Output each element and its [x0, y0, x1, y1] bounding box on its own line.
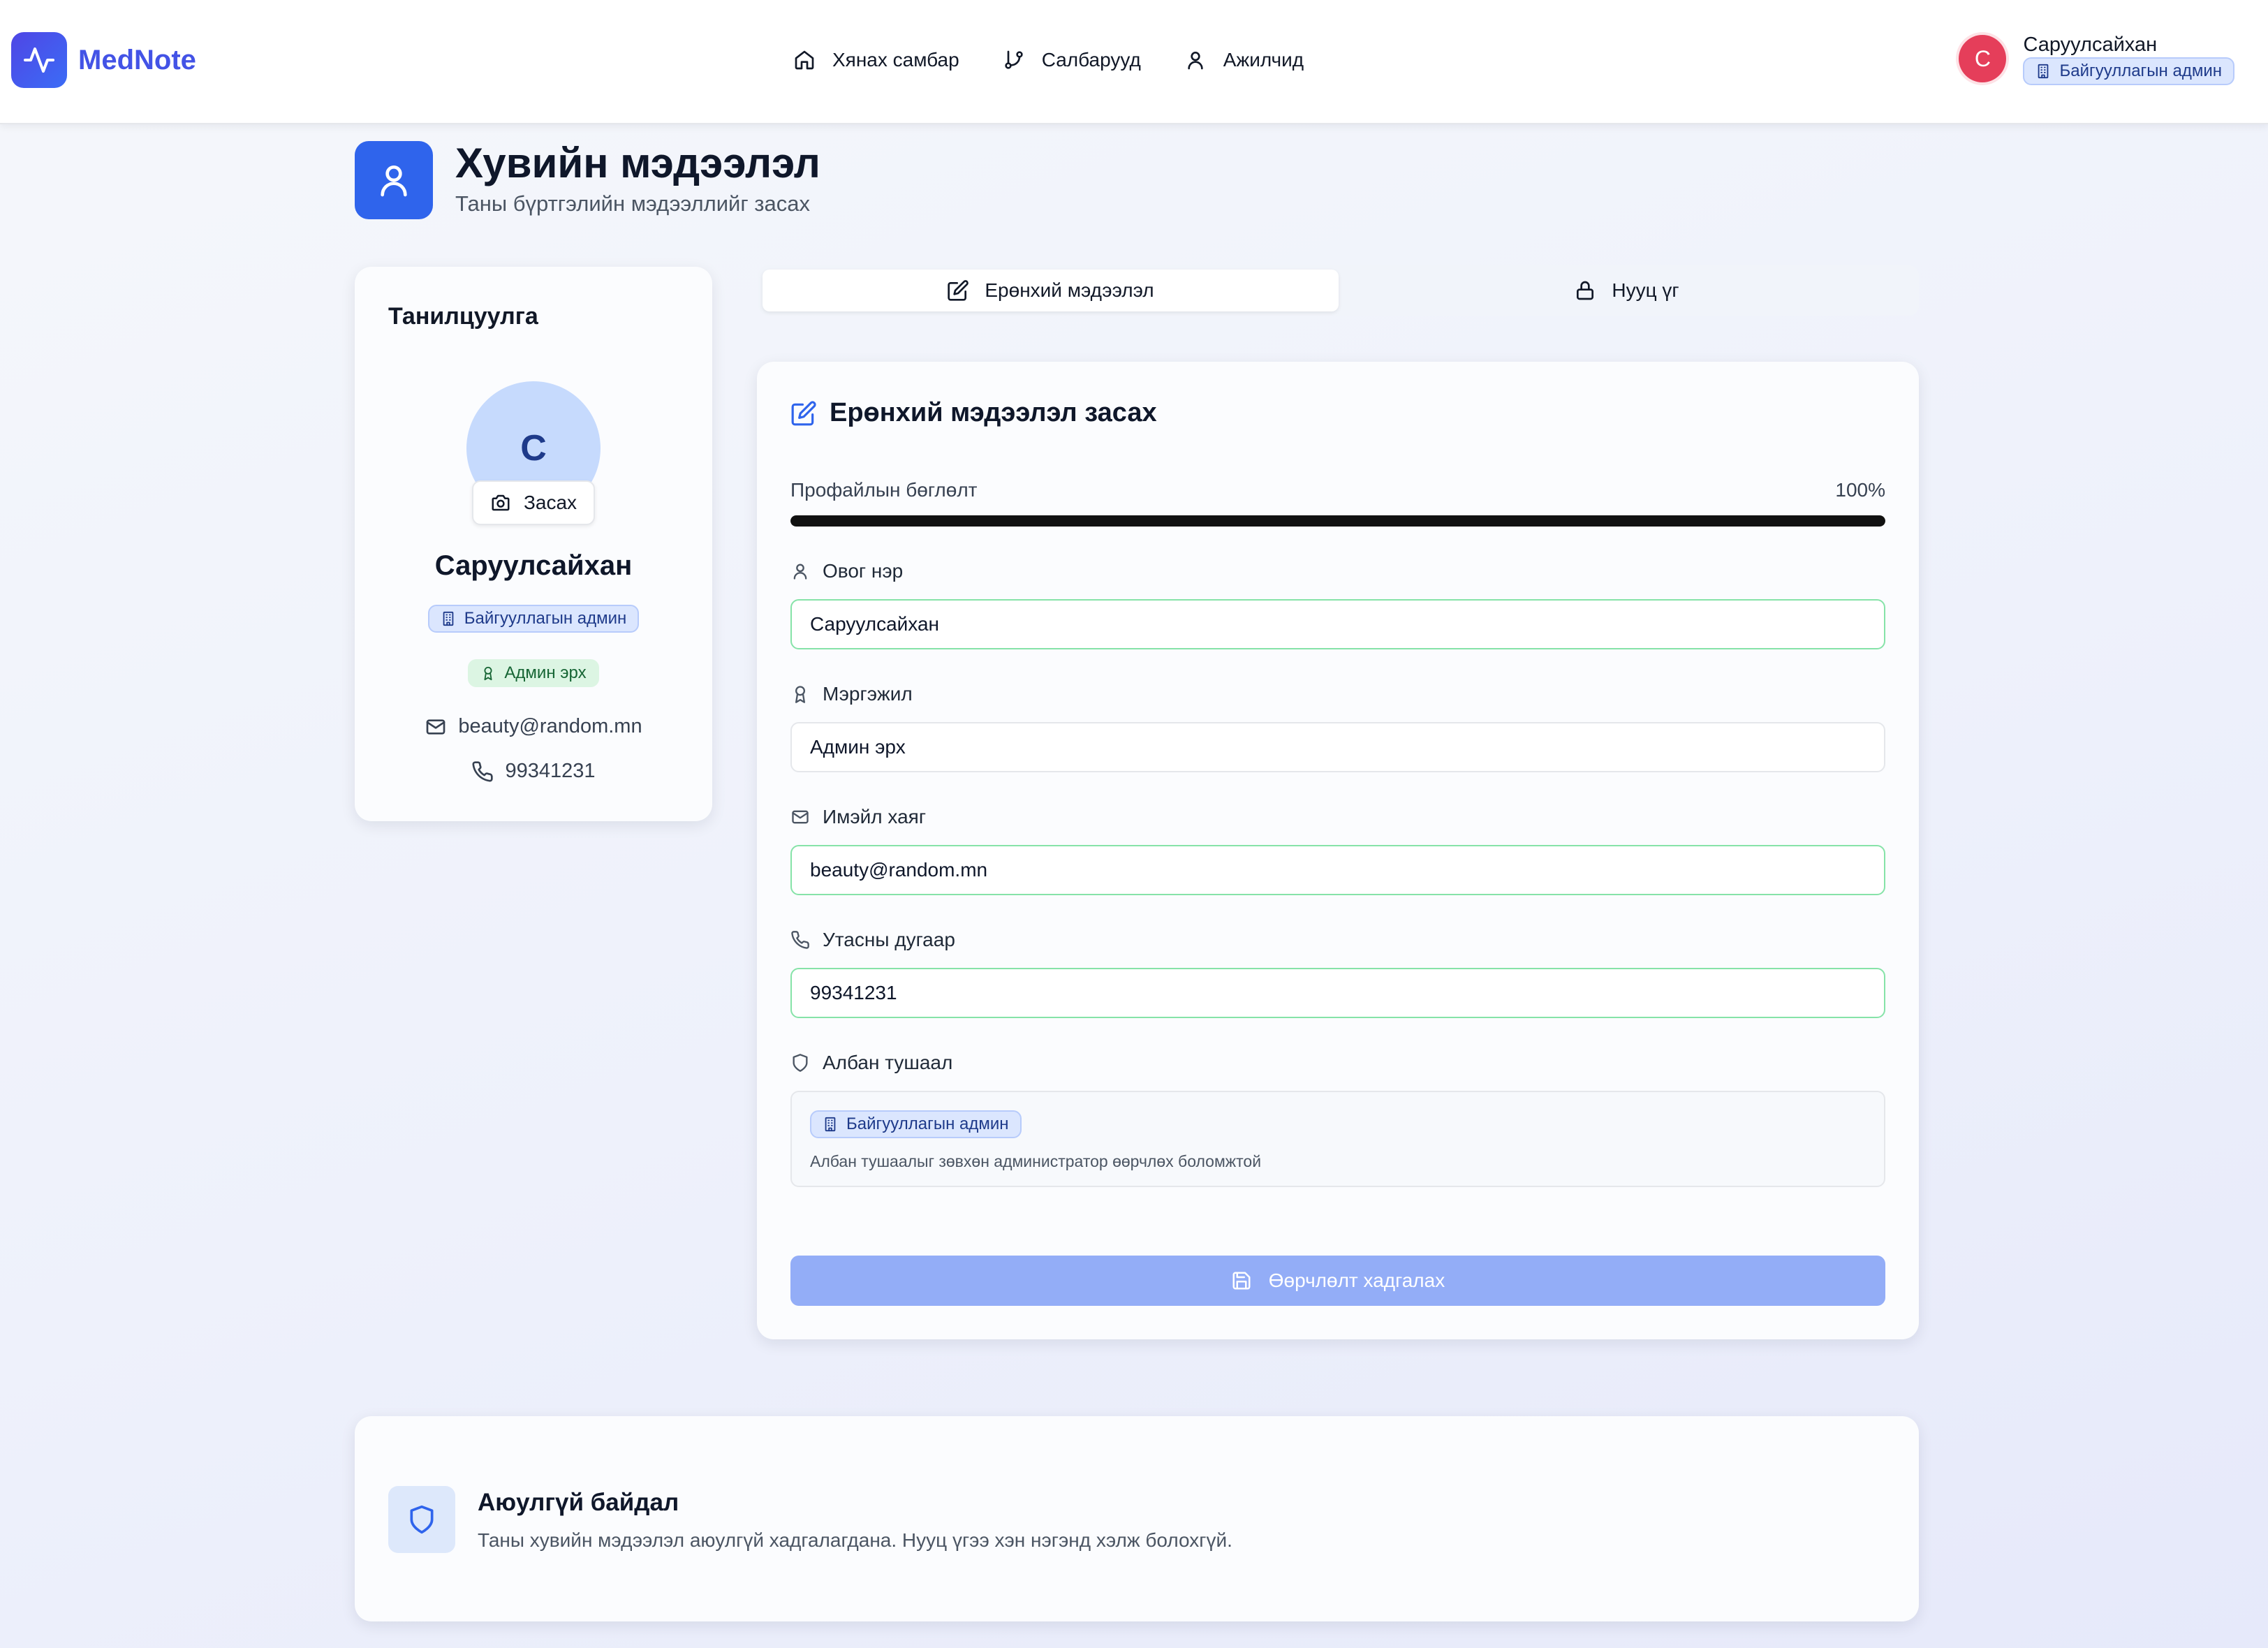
- profile-email-text: beauty@random.mn: [458, 715, 642, 737]
- profession-field[interactable]: [790, 722, 1885, 772]
- form-title: Ерөнхий мэдээлэл засах: [790, 398, 1157, 428]
- logo-icon[interactable]: [11, 32, 67, 88]
- form-title-text: Ерөнхий мэдээлэл засах: [830, 398, 1157, 427]
- progress-label: Профайлын бөглөлт: [790, 479, 978, 501]
- lock-icon: [1574, 279, 1596, 302]
- edit-icon: [947, 279, 969, 302]
- building-icon: [2035, 64, 2051, 79]
- nav-item-dashboard[interactable]: Хянах самбар: [793, 49, 959, 71]
- profile-phone-text: 99341231: [505, 760, 596, 782]
- shield-icon: [388, 1486, 455, 1553]
- phone-label: Утасны дугаар: [790, 929, 955, 951]
- user-icon: [1184, 49, 1207, 71]
- save-button-label: Өөрчлөлт хадгалах: [1268, 1270, 1445, 1291]
- profile-name: Саруулсайхан: [434, 550, 633, 581]
- shield-icon: [790, 1053, 810, 1073]
- position-readonly-box: Байгууллагын админ Албан тушаалыг зөвхөн…: [790, 1091, 1885, 1187]
- main-nav: Хянах самбар Салбарууд Ажилчид: [793, 43, 1347, 77]
- tab-password[interactable]: Нууц үг: [1339, 270, 1915, 311]
- edit-avatar-label: Засах: [523, 492, 577, 513]
- avatar[interactable]: C: [1959, 35, 2007, 82]
- progress-value: 100%: [1835, 479, 1885, 501]
- building-icon: [823, 1117, 838, 1132]
- permission-badge: Админ эрх: [468, 659, 599, 687]
- tab-general-info[interactable]: Ерөнхий мэдээлэл: [763, 270, 1339, 311]
- user-info: Саруулсайхан Байгууллагын админ: [2023, 32, 2234, 85]
- name-field[interactable]: [790, 599, 1885, 649]
- role-badge: Байгууллагын админ: [2023, 57, 2234, 85]
- security-title: Аюулгүй байдал: [478, 1489, 679, 1516]
- email-label: Имэйл хаяг: [790, 806, 926, 828]
- profile-card-title: Танилцуулга: [388, 303, 538, 330]
- phone-icon: [790, 930, 810, 950]
- branch-icon: [1003, 49, 1025, 71]
- home-icon: [793, 49, 816, 71]
- nav-item-branches[interactable]: Салбарууд: [1003, 49, 1141, 71]
- mail-icon: [425, 716, 447, 738]
- award-icon: [480, 665, 496, 681]
- profile-tabs: Ерөнхий мэдээлэл Нууц үг: [758, 265, 1919, 316]
- nav-item-label: Хянах самбар: [832, 49, 959, 71]
- award-icon: [790, 684, 810, 704]
- email-field[interactable]: [790, 845, 1885, 895]
- profile-card: Танилцуулга C Засах Саруулсайхан Байгуул…: [355, 267, 712, 821]
- role-badge-label: Байгууллагын админ: [846, 1114, 1009, 1133]
- position-label-text: Албан тушаал: [823, 1052, 953, 1073]
- role-badge-label: Байгууллагын админ: [464, 609, 627, 628]
- page-subtitle: Таны бүртгэлийн мэдээллийг засах: [455, 191, 810, 216]
- general-info-form: Ерөнхий мэдээлэл засах Профайлын бөглөлт…: [757, 362, 1919, 1339]
- profile-phone: 99341231: [355, 760, 712, 783]
- role-badge-label: Байгууллагын админ: [2059, 61, 2222, 80]
- profile-page-icon: [355, 141, 433, 219]
- security-card: Аюулгүй байдал Таны хувийн мэдээлэл аюул…: [355, 1416, 1919, 1621]
- profession-label: Мэргэжил: [790, 683, 913, 705]
- position-note: Албан тушаалыг зөвхөн администратор өөрч…: [810, 1152, 1262, 1170]
- permission-badge-label: Админ эрх: [504, 663, 587, 682]
- nav-item-employees[interactable]: Ажилчид: [1184, 49, 1304, 71]
- edit-avatar-button[interactable]: Засах: [472, 480, 595, 525]
- profile-email: beauty@random.mn: [355, 715, 712, 738]
- tab-label: Нууц үг: [1612, 279, 1679, 301]
- nav-item-label: Салбарууд: [1041, 49, 1141, 71]
- phone-field[interactable]: [790, 968, 1885, 1018]
- camera-icon: [490, 492, 511, 513]
- user-icon: [790, 561, 810, 581]
- user-name: Саруулсайхан: [2023, 34, 2158, 56]
- name-label: Овог нэр: [790, 560, 903, 582]
- profile-permission-row: Админ эрх: [355, 659, 712, 687]
- top-navbar: MedNote Хянах самбар Салбарууд Ажилчид C…: [0, 0, 2268, 124]
- email-label-text: Имэйл хаяг: [823, 806, 927, 827]
- page-title: Хувийн мэдээлэл: [455, 140, 820, 186]
- phone-icon: [471, 760, 494, 783]
- name-label-text: Овог нэр: [823, 560, 904, 582]
- security-text: Таны хувийн мэдээлэл аюулгүй хадгалагдан…: [478, 1529, 1232, 1551]
- tab-label: Ерөнхий мэдээлэл: [985, 279, 1154, 301]
- position-label: Албан тушаал: [790, 1052, 952, 1074]
- phone-label-text: Утасны дугаар: [823, 929, 955, 950]
- nav-item-label: Ажилчид: [1223, 49, 1304, 71]
- save-icon: [1231, 1270, 1252, 1291]
- edit-icon: [790, 400, 817, 427]
- user-menu[interactable]: C Саруулсайхан Байгууллагын админ: [1959, 32, 2234, 85]
- app-name[interactable]: MedNote: [78, 41, 196, 80]
- profile-role-row: Байгууллагын админ: [355, 605, 712, 633]
- role-badge: Байгууллагын админ: [810, 1110, 1022, 1138]
- building-icon: [441, 611, 456, 626]
- role-badge: Байгууллагын админ: [427, 605, 640, 633]
- profile-progress-bar: [790, 515, 1885, 527]
- mail-icon: [790, 807, 810, 827]
- progress-fill: [790, 515, 1885, 527]
- save-button[interactable]: Өөрчлөлт хадгалах: [790, 1256, 1885, 1306]
- profession-label-text: Мэргэжил: [823, 683, 913, 705]
